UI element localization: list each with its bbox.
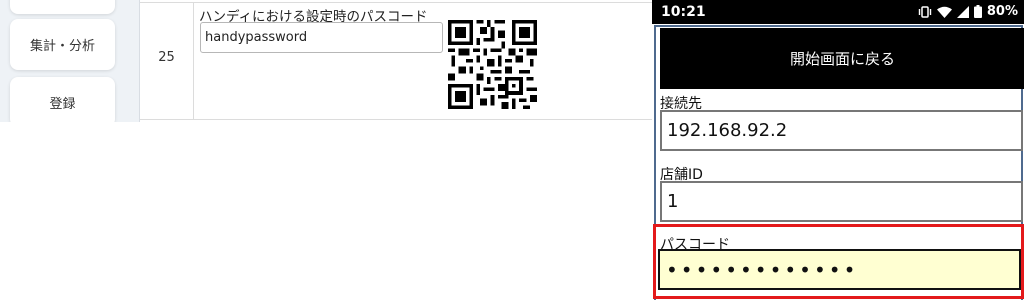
status-icons: 80% [918,4,1018,19]
row-divider [140,119,652,120]
admin-settings-screen: 集計・分析 登録 25 ハンディにおける設定時のパスコード [0,0,652,122]
connection-field[interactable]: 192.168.92.2 [660,110,1023,151]
store-id-field[interactable]: 1 [660,181,1023,222]
passcode-field[interactable]: ••••••••••••• [658,249,1021,290]
status-time: 10:21 [661,4,706,20]
wifi-icon [936,6,952,18]
status-bar: 10:21 80% [652,0,1024,24]
signal-icon [956,5,969,18]
sidebar-report-label: 集計・分析 [29,39,95,54]
sidebar-button-report[interactable]: 集計・分析 [10,19,115,70]
battery-icon [973,5,982,18]
row-divider [140,2,652,3]
column-divider [193,2,194,120]
sidebar-button-top[interactable] [10,0,115,14]
back-to-start-button[interactable]: 開始画面に戻る [660,28,1024,89]
row-number: 25 [158,50,175,65]
back-button-label: 開始画面に戻る [789,50,895,68]
handy-passcode-input[interactable] [200,22,443,53]
sidebar-button-register[interactable]: 登録 [10,77,115,122]
settings-table: 25 ハンディにおける設定時のパスコード [139,0,652,122]
qr-code-icon [448,20,537,109]
sidebar-register-label: 登録 [49,96,76,112]
battery-percent: 80% [986,4,1018,19]
vibrate-icon [918,5,932,18]
